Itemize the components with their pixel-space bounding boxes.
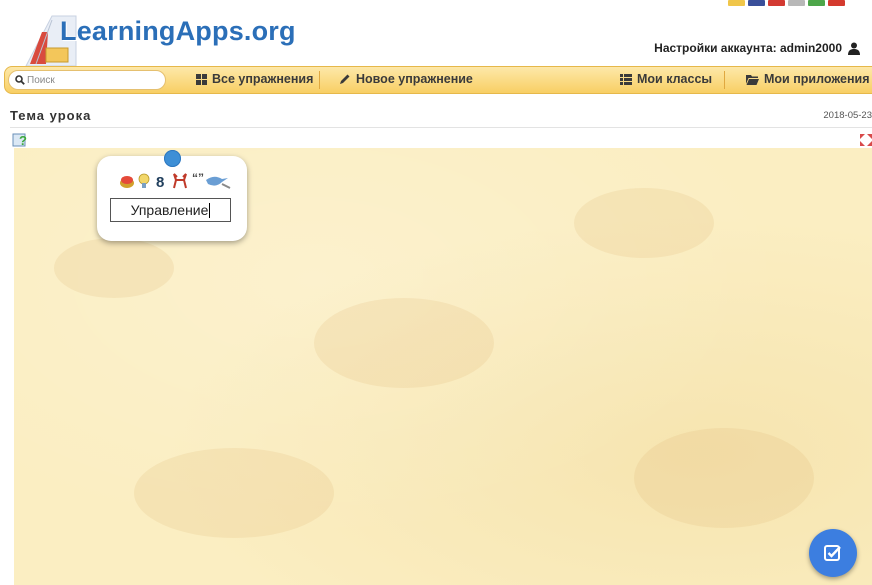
reindeer-icon: [173, 173, 187, 189]
nav-my-apps[interactable]: Мои приложения: [746, 72, 870, 86]
nav-divider: [724, 71, 725, 89]
flag-uk-icon[interactable]: [748, 0, 765, 6]
nav-divider: [319, 71, 320, 89]
book-icon: [120, 176, 134, 188]
nav-my-apps-label: Мои приложения: [764, 72, 870, 86]
flag-red2-icon[interactable]: [828, 0, 845, 6]
word-input[interactable]: Управление: [110, 198, 231, 222]
check-button[interactable]: [809, 529, 857, 577]
nav-all-exercises[interactable]: Все упражнения: [196, 72, 313, 86]
drag-handle[interactable]: [164, 150, 181, 167]
quote-icon: “”: [192, 171, 204, 185]
nav-my-classes-label: Мои классы: [637, 72, 713, 86]
search-placeholder: Поиск: [27, 74, 55, 86]
canvas-stain: [574, 188, 714, 258]
list-icon: [620, 73, 632, 85]
canvas-stain: [134, 448, 334, 538]
flag-grey-icon[interactable]: [788, 0, 805, 6]
word-input-value: Управление: [130, 202, 209, 218]
nav-new-exercise-label: Новое упражнение: [356, 72, 473, 86]
svg-text:“”: “”: [192, 171, 204, 185]
grid-icon: [196, 73, 207, 85]
nav-new-exercise[interactable]: Новое упражнение: [339, 72, 473, 86]
account-label: Настройки аккаунта: admin2000: [654, 41, 842, 55]
page-date: 2018-05-23: [823, 110, 872, 121]
search-icon: [15, 75, 25, 85]
nav-my-classes[interactable]: Мои классы: [620, 72, 712, 86]
logo-text: LearningApps.org: [60, 16, 296, 46]
number-eight-icon: 8: [156, 174, 164, 190]
canvas-stain: [634, 428, 814, 528]
help-edit-icon[interactable]: ?: [12, 132, 28, 148]
lightbulb-icon: [138, 173, 150, 188]
search-input[interactable]: Поиск: [8, 70, 166, 90]
flag-red-icon[interactable]: [768, 0, 785, 6]
language-flags: [728, 0, 845, 6]
user-icon: [848, 42, 860, 55]
svg-text:8: 8: [156, 174, 164, 190]
flag-yellow-icon[interactable]: [728, 0, 745, 6]
page: LearningApps.org Настройки аккаунта: adm…: [0, 0, 872, 585]
canvas-stain: [314, 298, 494, 388]
folder-icon: [746, 74, 759, 85]
pencil-icon: [340, 74, 350, 84]
check-edit-icon: [824, 545, 841, 561]
page-title: Тема урока: [10, 108, 92, 123]
logo[interactable]: LearningApps.org: [14, 8, 304, 70]
canvas-stain: [54, 238, 174, 298]
bird-icon: [206, 176, 231, 189]
text-caret: [209, 202, 211, 218]
fullscreen-icon[interactable]: [860, 134, 872, 146]
account-settings-link[interactable]: Настройки аккаунта: admin2000: [654, 41, 860, 55]
svg-text:?: ?: [19, 133, 27, 148]
card-icons: 8 “”: [120, 171, 231, 190]
title-divider: [10, 127, 872, 128]
nav-all-exercises-label: Все упражнения: [212, 72, 314, 86]
flag-italy-icon[interactable]: [808, 0, 825, 6]
